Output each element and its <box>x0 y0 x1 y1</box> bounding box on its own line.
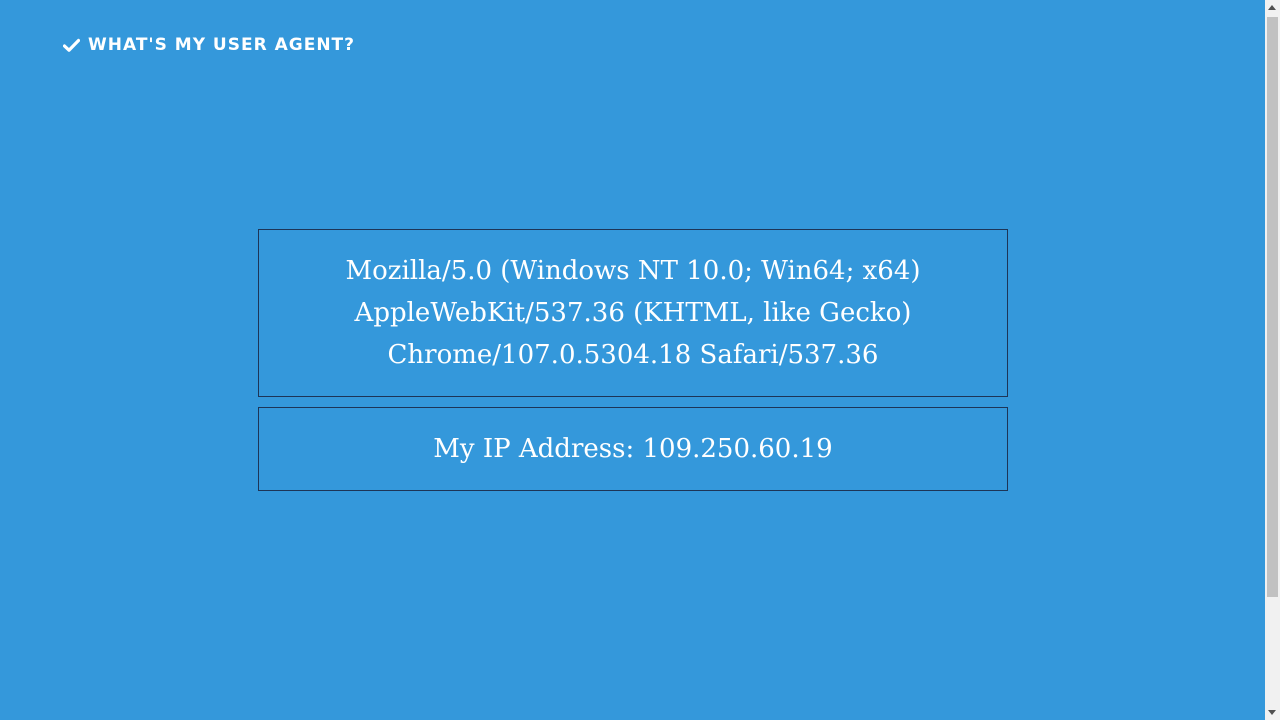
user-agent-line-1: Mozilla/5.0 (Windows NT 10.0; Win64; x64… <box>345 256 921 286</box>
user-agent-line-2: AppleWebKit/537.36 (KHTML, like Gecko) <box>354 298 912 328</box>
ip-address-value: 109.250.60.19 <box>642 434 833 464</box>
scroll-up-arrow-icon[interactable] <box>1268 5 1276 10</box>
check-icon <box>62 37 81 54</box>
ip-address-label: My IP Address: <box>433 434 635 464</box>
site-title: WHAT'S MY USER AGENT? <box>88 35 356 55</box>
scroll-down-arrow-icon[interactable] <box>1268 710 1276 715</box>
page: WHAT'S MY USER AGENT? Mozilla/5.0 (Windo… <box>0 0 1265 720</box>
user-agent-line-3: Chrome/107.0.5304.18 Safari/537.36 <box>387 340 879 370</box>
vertical-scrollbar[interactable] <box>1265 0 1280 720</box>
home-link[interactable]: WHAT'S MY USER AGENT? <box>62 34 356 56</box>
user-agent-box: Mozilla/5.0 (Windows NT 10.0; Win64; x64… <box>258 229 1008 397</box>
scrollbar-thumb[interactable] <box>1267 17 1278 597</box>
ip-address-box: My IP Address: 109.250.60.19 <box>258 407 1008 491</box>
